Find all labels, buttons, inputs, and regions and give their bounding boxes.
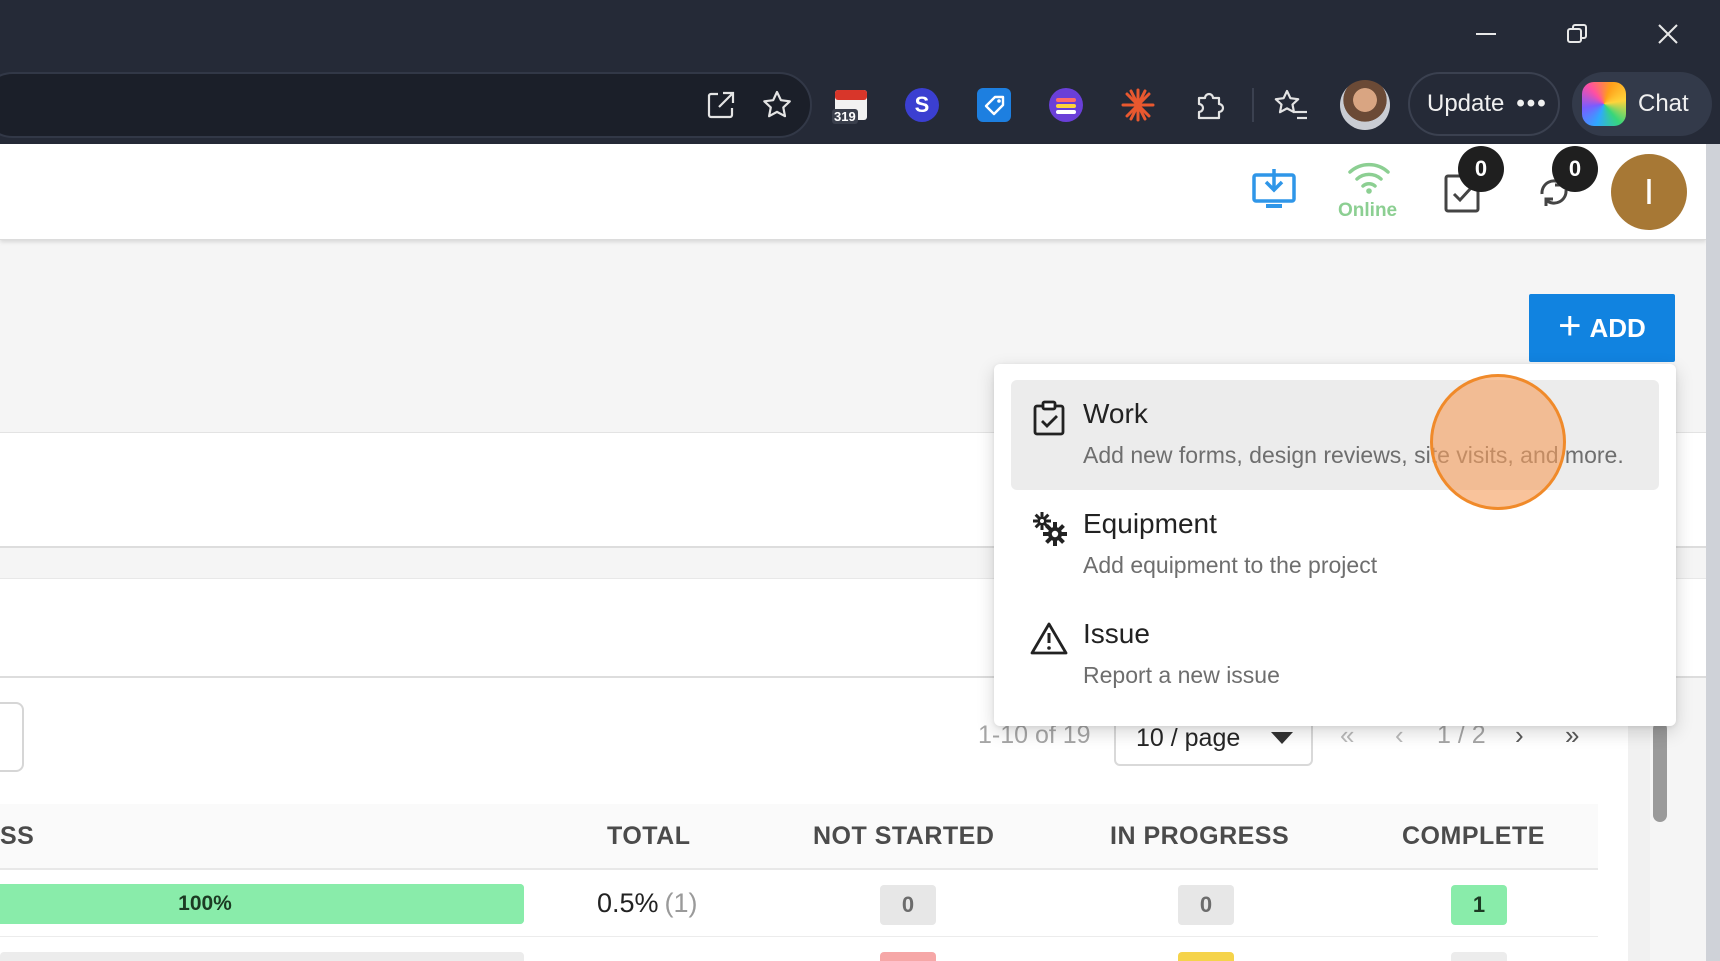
scrollbar-thumb[interactable]	[1653, 722, 1667, 822]
column-progress[interactable]: SS	[0, 822, 34, 851]
column-complete[interactable]: COMPLETE	[1402, 822, 1545, 851]
menu-item-description: Report a new issue	[1083, 662, 1280, 688]
next-row-progress	[0, 952, 524, 961]
chat-label: Chat	[1638, 90, 1689, 117]
add-dropdown-menu: Work Add new forms, design reviews, site…	[994, 364, 1676, 726]
menu-item-description: Add new forms, design reviews, site visi…	[1083, 442, 1624, 468]
in-progress-count[interactable]: 0	[1178, 885, 1234, 925]
minimize-icon[interactable]	[1466, 14, 1506, 54]
star-icon[interactable]	[756, 84, 798, 126]
stack-extension-icon[interactable]	[1045, 84, 1087, 126]
plus-icon: +	[1558, 304, 1582, 348]
favorites-icon[interactable]	[1270, 84, 1312, 126]
sync-count-badge: 0	[1552, 146, 1598, 192]
calendar-badge: 319	[832, 109, 858, 124]
update-button[interactable]: Update •••	[1408, 72, 1560, 136]
caret-down-icon	[1271, 732, 1293, 744]
warning-triangle-icon	[1029, 618, 1069, 658]
search-input[interactable]	[0, 702, 24, 772]
next-row-not-started	[880, 952, 936, 961]
tag-extension-icon[interactable]	[973, 84, 1015, 126]
calendar-extension-icon[interactable]: 319	[830, 84, 872, 126]
table-header	[0, 804, 1598, 870]
column-in-progress[interactable]: IN PROGRESS	[1110, 822, 1289, 851]
copilot-icon	[1582, 82, 1626, 126]
total-count: (1)	[664, 888, 698, 918]
s-extension-icon[interactable]: S	[901, 84, 943, 126]
gears-icon	[1029, 508, 1069, 548]
menu-item-description: Add equipment to the project	[1083, 552, 1378, 578]
browser-profile-avatar[interactable]	[1340, 80, 1390, 130]
tasks-count-badge: 0	[1458, 146, 1504, 192]
chat-button[interactable]: Chat	[1572, 72, 1712, 136]
menu-item-title: Equipment	[1083, 508, 1217, 539]
open-in-app-icon[interactable]	[700, 84, 742, 126]
wifi-icon	[1346, 158, 1392, 198]
clipboard-check-icon	[1029, 398, 1069, 438]
menu-item-equipment[interactable]: Equipment Add equipment to the project	[1011, 490, 1659, 600]
complete-count[interactable]: 1	[1451, 885, 1507, 925]
not-started-count[interactable]: 0	[880, 885, 936, 925]
page-size-value: 10 / page	[1136, 723, 1241, 752]
s-letter: S	[905, 88, 939, 122]
add-button[interactable]: + ADD	[1529, 294, 1675, 362]
menu-item-title: Issue	[1083, 618, 1150, 649]
progress-bar: 100%	[0, 884, 524, 924]
download-to-device-icon[interactable]	[1249, 164, 1299, 214]
puzzle-extension-icon[interactable]	[1189, 84, 1231, 126]
column-total[interactable]: TOTAL	[607, 822, 691, 851]
window-edge	[1706, 144, 1720, 961]
row-divider	[0, 936, 1598, 937]
total-percent: 0.5%	[597, 888, 659, 918]
column-not-started[interactable]: NOT STARTED	[813, 822, 994, 851]
menu-item-title: Work	[1083, 398, 1148, 429]
total-cell: 0.5% (1)	[597, 888, 698, 919]
more-icon: •••	[1516, 90, 1548, 117]
close-icon[interactable]	[1648, 14, 1688, 54]
progress-label: 100%	[178, 892, 232, 915]
address-bar[interactable]	[0, 72, 812, 138]
next-row-complete	[1451, 952, 1507, 961]
next-row-in-progress	[1178, 952, 1234, 961]
add-button-label: ADD	[1589, 312, 1646, 343]
restore-icon[interactable]	[1557, 14, 1597, 54]
online-status: Online	[1338, 200, 1398, 221]
update-label: Update	[1427, 90, 1505, 117]
asterisk-extension-icon[interactable]	[1117, 84, 1159, 126]
user-avatar[interactable]: I	[1611, 154, 1687, 230]
menu-item-issue[interactable]: Issue Report a new issue	[1011, 600, 1659, 710]
toolbar-divider	[1252, 88, 1254, 122]
browser-toolbar: 319 S Update ••• Chat	[0, 0, 1720, 144]
menu-item-work[interactable]: Work Add new forms, design reviews, site…	[1011, 380, 1659, 490]
